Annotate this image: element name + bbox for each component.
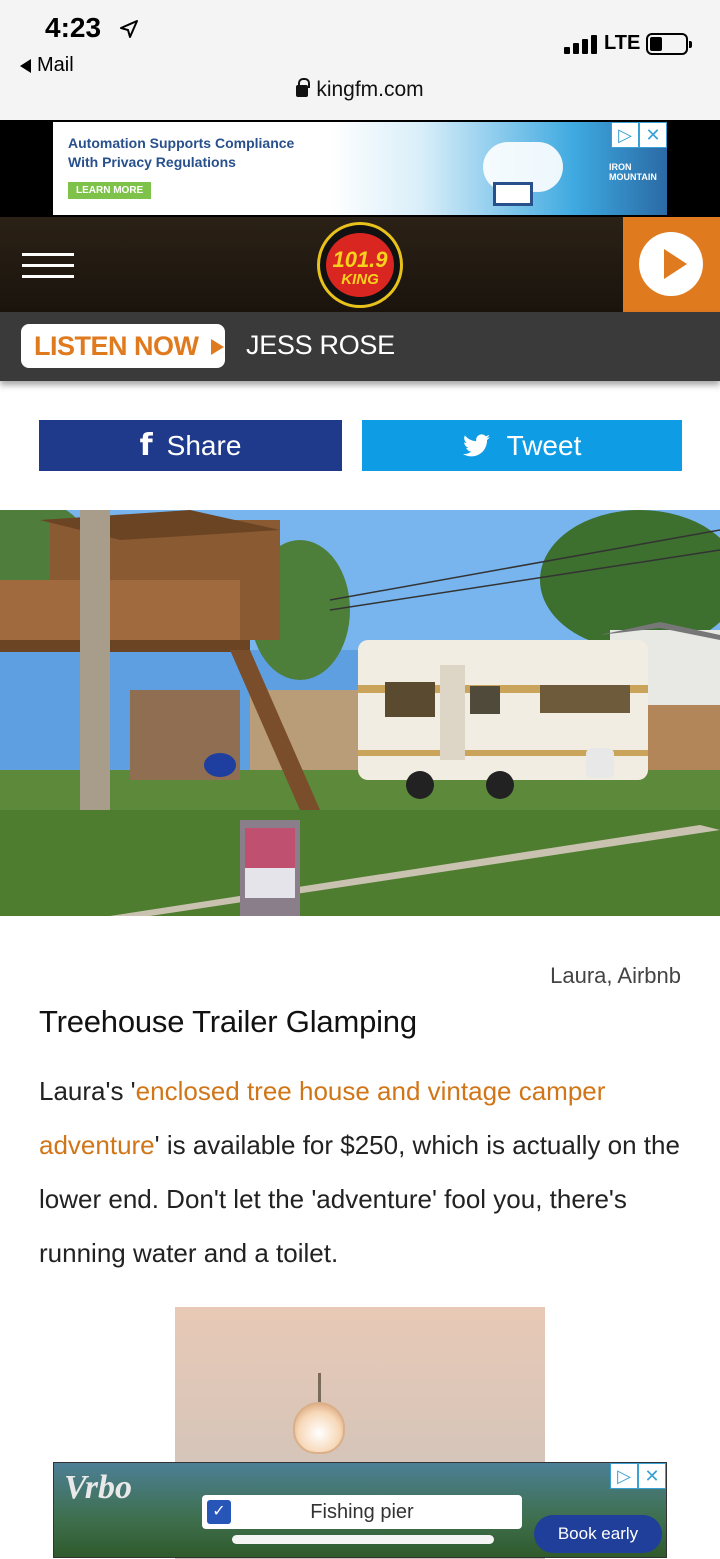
lamp-cord — [318, 1373, 321, 1403]
twitter-bird-icon — [462, 433, 490, 456]
site-header: 101.9 KING — [0, 217, 720, 312]
vrbo-logo: Vrbo — [64, 1469, 133, 1506]
top-banner-ad[interactable]: Automation Supports Compliance With Priv… — [0, 120, 720, 217]
play-stream-button[interactable] — [623, 217, 720, 312]
ad-choices-icon[interactable]: ▷ — [611, 122, 639, 148]
paragraph-text-start: Laura's ' — [39, 1076, 136, 1106]
listen-now-button[interactable]: LISTEN NOW — [21, 324, 225, 368]
ad-progress-bar — [232, 1535, 494, 1544]
article-photo-treehouse-trailer — [0, 510, 720, 916]
ceiling-lamp — [293, 1402, 345, 1454]
share-label: Share — [166, 429, 242, 461]
top-ad-headline: Automation Supports Compliance With Priv… — [68, 135, 295, 170]
signal-strength-icon — [564, 34, 600, 54]
logo-frequency: 101.9 — [332, 247, 388, 272]
on-air-dj: JESS ROSE — [246, 330, 395, 360]
amenity-filter-chip[interactable]: ✓ Fishing pier — [202, 1495, 522, 1529]
facebook-icon: f — [139, 428, 153, 463]
amenity-label: Fishing pier — [310, 1501, 414, 1523]
listen-now-label: LISTEN NOW — [34, 331, 199, 361]
photo-credit: Laura, Airbnb — [550, 963, 681, 988]
laptop-icon — [493, 182, 533, 206]
status-bar: 4:23 Mail LTE kingfm.com — [0, 0, 720, 120]
top-ad-learn-more-button[interactable]: LEARN MORE — [68, 182, 152, 199]
station-logo[interactable]: 101.9 KING — [317, 222, 403, 308]
hamburger-menu-icon[interactable] — [22, 253, 74, 281]
play-icon — [639, 232, 703, 296]
back-app-label: Mail — [37, 54, 74, 76]
top-ad-creative[interactable]: Automation Supports Compliance With Priv… — [53, 122, 667, 215]
location-arrow-icon — [120, 20, 138, 38]
ad-close-icon[interactable]: ✕ — [638, 1463, 666, 1489]
logo-name: KING — [341, 271, 379, 288]
checkmark-icon[interactable]: ✓ — [207, 1500, 231, 1524]
play-arrow-icon — [210, 339, 224, 355]
twitter-tweet-button[interactable]: Tweet — [362, 420, 682, 471]
back-to-mail-button[interactable]: Mail — [20, 54, 74, 77]
url-text: kingfm.com — [316, 78, 424, 101]
battery-icon — [646, 33, 692, 55]
bottom-ad-controls: ▷ ✕ — [610, 1463, 666, 1489]
back-arrow-icon — [20, 58, 31, 73]
top-ad-controls: ▷ ✕ — [611, 122, 667, 148]
status-time: 4:23 — [45, 12, 102, 43]
now-playing-bar: LISTEN NOW JESS ROSE — [0, 312, 720, 381]
tweet-label: Tweet — [506, 429, 582, 461]
book-early-button[interactable]: Book early — [534, 1515, 662, 1553]
carrier-label: LTE — [604, 32, 641, 54]
address-bar[interactable]: kingfm.com — [0, 78, 720, 102]
ad-choices-icon[interactable]: ▷ — [610, 1463, 638, 1489]
article-subheading: Treehouse Trailer Glamping — [39, 1004, 417, 1039]
lock-icon — [296, 78, 311, 97]
bottom-sticky-ad[interactable]: Vrbo ▷ ✕ ✓ Fishing pier Book early — [53, 1462, 667, 1558]
ad-close-icon[interactable]: ✕ — [639, 122, 667, 148]
article-paragraph: Laura's 'enclosed tree house and vintage… — [39, 1064, 689, 1280]
facebook-share-button[interactable]: f Share — [39, 420, 342, 471]
top-ad-brand: IRON MOUNTAIN — [609, 162, 657, 182]
